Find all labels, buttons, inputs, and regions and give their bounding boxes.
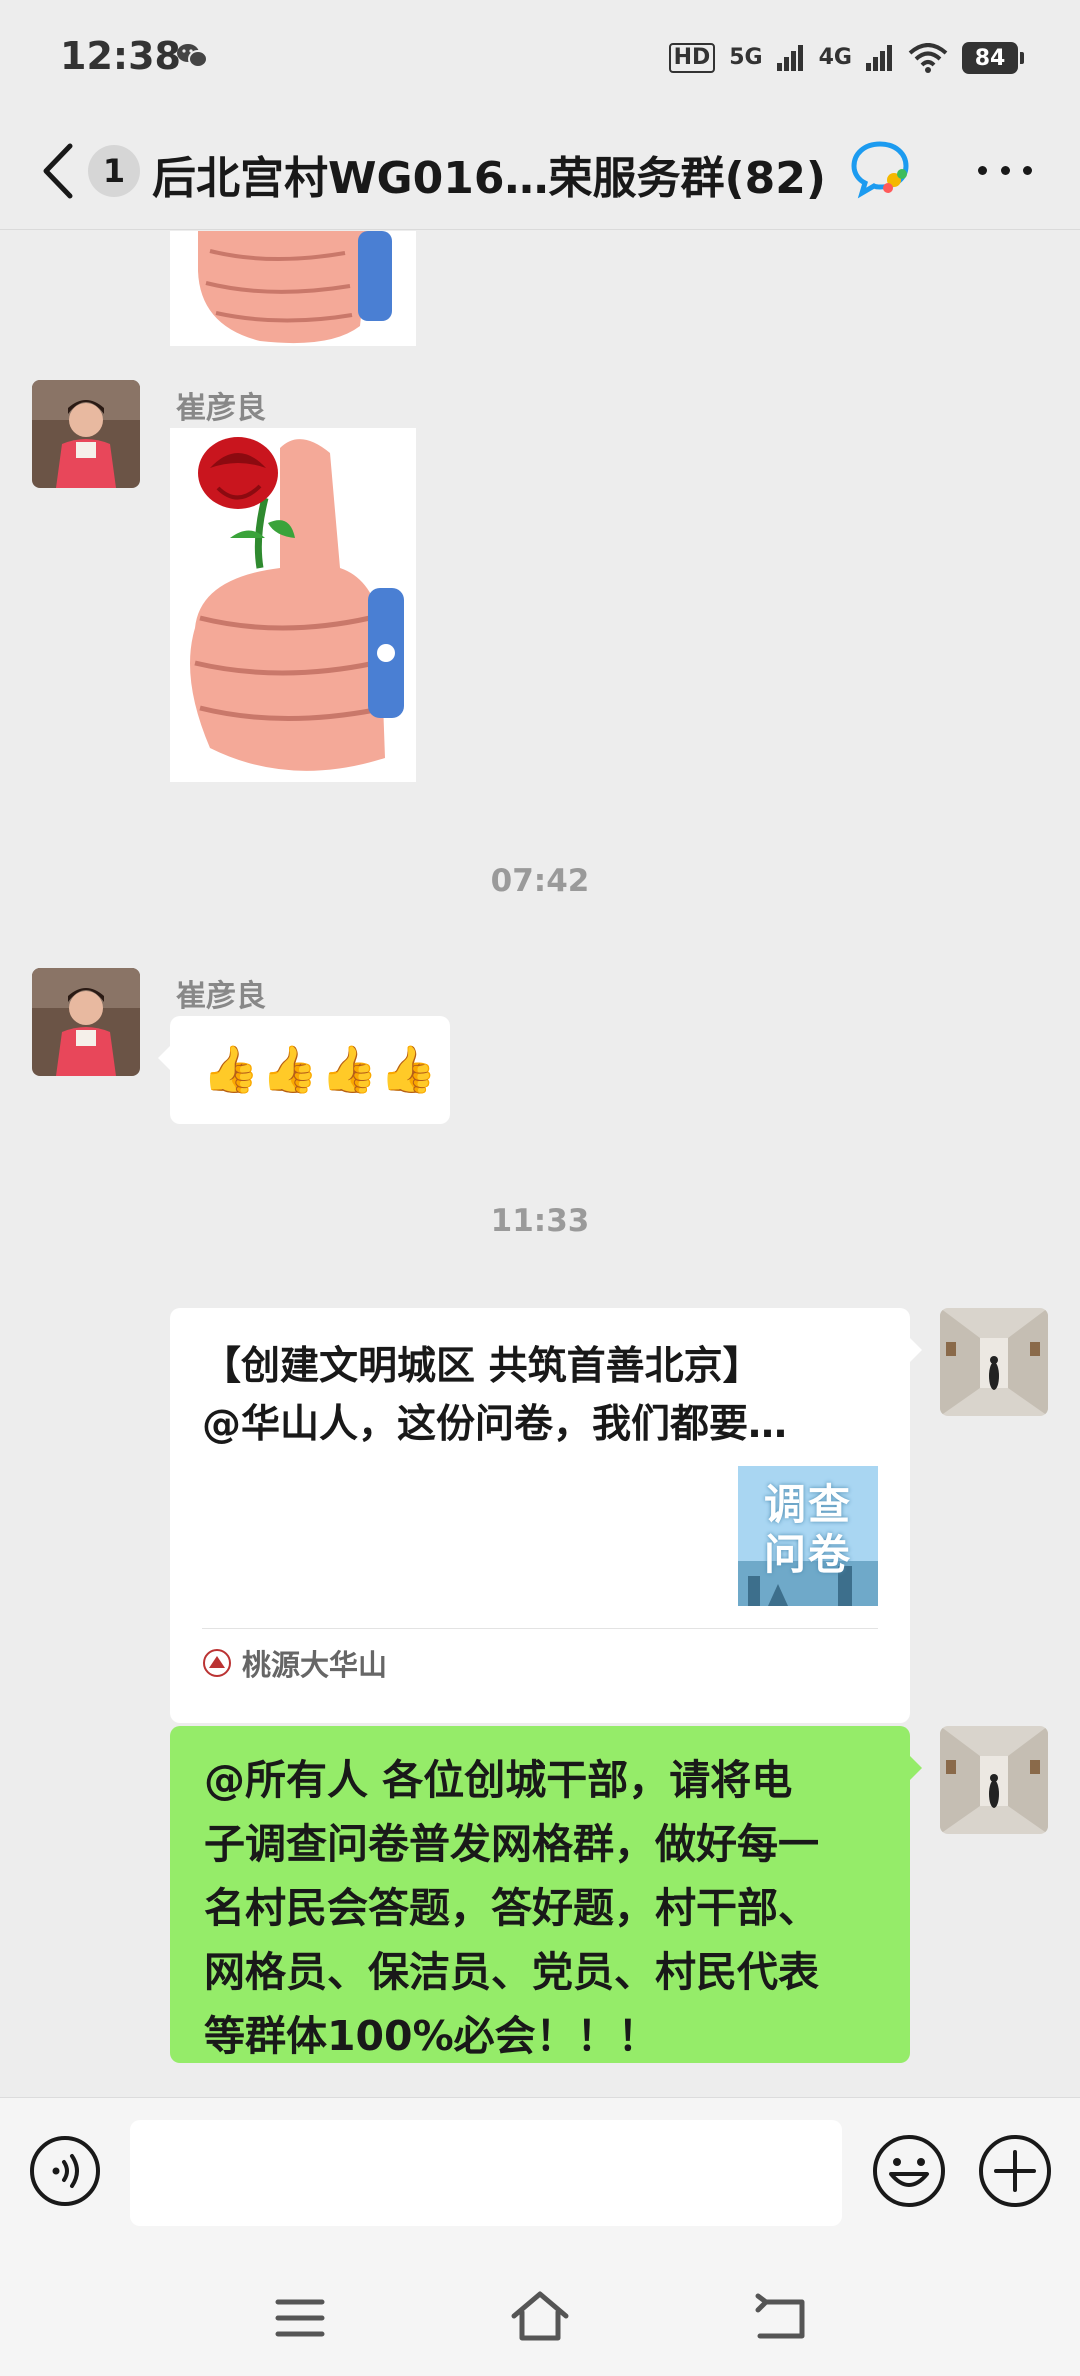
system-navigation-bar xyxy=(0,2252,1080,2376)
shared-article-title: 【创建文明城区 共筑首善北京】 @华山人，这份问卷，我们都要… xyxy=(202,1344,788,1447)
back-arrow-icon[interactable] xyxy=(38,136,78,206)
battery-level: 84 xyxy=(962,42,1018,74)
back-nav-icon[interactable] xyxy=(752,2292,808,2342)
sent-text-bubble[interactable]: @所有人 各位创城干部，请将电 子调查问卷普发网格群，做好每一 名村民会答题，答… xyxy=(170,1726,922,2063)
rose-thumbs-up-sticker[interactable] xyxy=(170,428,416,782)
signal-bars-icon xyxy=(866,45,892,71)
emoji-icon[interactable] xyxy=(870,2132,948,2210)
shared-article-card[interactable]: 【创建文明城区 共筑首善北京】 @华山人，这份问卷，我们都要… 调查问卷 桃源大… xyxy=(170,1308,922,1723)
sender-name: 崔彦良 xyxy=(176,391,266,426)
unread-count-badge[interactable]: 1 xyxy=(88,145,140,197)
my-avatar[interactable] xyxy=(940,1726,1048,1834)
hd-badge: HD xyxy=(668,43,716,73)
voice-input-icon[interactable] xyxy=(28,2134,102,2208)
emoji-message-bubble[interactable]: 👍👍👍👍 xyxy=(158,1016,450,1124)
wechat-notification-icon xyxy=(177,44,208,68)
message-timestamp: 11:33 xyxy=(490,1203,590,1239)
wifi-icon xyxy=(908,43,948,73)
chat-header: 1 后北宫村WG016…荣服务群(82) xyxy=(0,112,1080,230)
my-avatar[interactable] xyxy=(940,1308,1048,1416)
survey-thumbnail-text: 调查问卷 xyxy=(763,1480,852,1579)
menu-icon[interactable] xyxy=(272,2296,328,2340)
battery-icon: 84 xyxy=(962,42,1024,74)
card-divider xyxy=(202,1628,878,1629)
chat-message-list[interactable]: 崔彦良 07:42 崔彦良 👍👍👍👍 11:33 【创建文明城区 共筑首善北京】… xyxy=(0,231,1080,2097)
survey-thumbnail: 调查问卷 xyxy=(738,1466,878,1606)
status-indicators: HD 5G 4G 84 xyxy=(668,36,1024,80)
avatar[interactable] xyxy=(32,380,140,488)
message-input-bar xyxy=(0,2097,1080,2252)
home-icon[interactable] xyxy=(510,2290,570,2342)
sent-message-text: @所有人 各位创城干部，请将电 子调查问卷普发网格群，做好每一 名村民会答题，答… xyxy=(204,1756,819,2060)
emoji-message-text: 👍👍👍👍 xyxy=(202,1042,440,1096)
article-source: 桃源大华山 xyxy=(202,1642,387,1684)
status-bar: 12:38 HD 5G 4G 84 xyxy=(0,0,1080,112)
status-time: 12:38 xyxy=(60,34,181,78)
chat-title: 后北宫村WG016…荣服务群(82) xyxy=(152,153,826,204)
signal-bars-icon xyxy=(776,45,803,71)
source-name: 桃源大华山 xyxy=(242,1648,388,1682)
more-options-button[interactable] xyxy=(970,150,1040,190)
ai-chat-icon[interactable] xyxy=(850,138,912,200)
sticker-image-partial[interactable] xyxy=(170,231,416,346)
add-plus-icon[interactable] xyxy=(976,2132,1054,2210)
5g-signal-label: 5G xyxy=(729,45,763,70)
avatar[interactable] xyxy=(32,968,140,1076)
source-logo-icon xyxy=(203,1649,231,1677)
sender-name: 崔彦良 xyxy=(176,979,266,1014)
message-text-input[interactable] xyxy=(130,2120,842,2226)
4g-signal-label: 4G xyxy=(818,45,852,70)
message-timestamp: 07:42 xyxy=(490,863,590,899)
